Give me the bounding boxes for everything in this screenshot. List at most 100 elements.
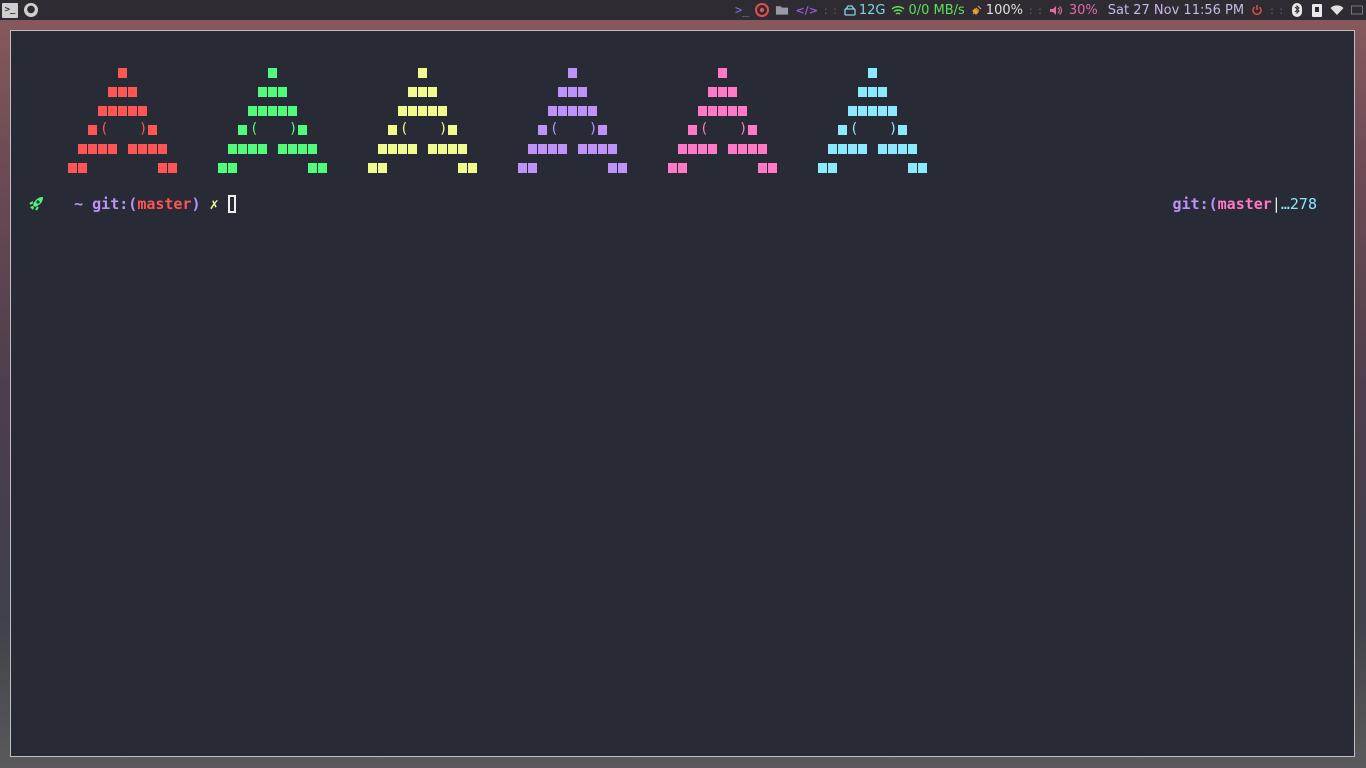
invader-block bbox=[868, 68, 877, 78]
invader-block bbox=[518, 163, 527, 173]
invader-block bbox=[858, 106, 867, 116]
invader-block bbox=[158, 144, 167, 154]
invader-block bbox=[878, 87, 887, 97]
invader-block bbox=[398, 106, 407, 116]
invader-block bbox=[428, 87, 437, 97]
invader-block bbox=[568, 68, 577, 78]
prompt-cwd: ~ bbox=[74, 195, 84, 213]
invader-block bbox=[458, 163, 467, 173]
power-icon[interactable] bbox=[1250, 3, 1264, 17]
code-editor-icon[interactable]: </> bbox=[795, 4, 817, 17]
invader-eye-right: ) bbox=[889, 121, 898, 137]
invader-block bbox=[418, 106, 427, 116]
invader-block bbox=[468, 163, 477, 173]
space-invader: () bbox=[668, 68, 791, 178]
network-widget: 0/0 MB/s bbox=[891, 3, 965, 18]
panel-right: >_ </> : : 12G 0/0 MB/s 100% : : 30% Sat… bbox=[735, 0, 1366, 20]
invader-block bbox=[128, 144, 137, 154]
chrome-icon[interactable] bbox=[755, 3, 770, 17]
invader-block bbox=[728, 106, 737, 116]
top-panel: >_ ● >_ </> : : 12G 0/0 MB/s 100% : : 30… bbox=[0, 0, 1366, 20]
invader-block bbox=[148, 125, 157, 135]
invader-block bbox=[768, 163, 777, 173]
invader-block bbox=[258, 106, 267, 116]
invader-block bbox=[758, 144, 767, 154]
terminal-icon[interactable]: >_ bbox=[2, 2, 18, 18]
invader-eye-right: ) bbox=[139, 121, 148, 137]
clock[interactable]: Sat 27 Nov 11:56 PM bbox=[1108, 3, 1244, 18]
invader-block bbox=[258, 144, 267, 154]
invader-block bbox=[698, 106, 707, 116]
invader-block bbox=[578, 87, 587, 97]
invader-block bbox=[858, 144, 867, 154]
invader-eye-left: ( bbox=[700, 121, 709, 137]
git-label: git:( bbox=[92, 195, 138, 213]
invader-block bbox=[138, 106, 147, 116]
invader-block bbox=[418, 68, 427, 78]
invader-block bbox=[838, 125, 847, 135]
invader-block bbox=[888, 144, 897, 154]
space-invader: () bbox=[518, 68, 641, 178]
invader-block bbox=[698, 144, 707, 154]
invader-block bbox=[108, 144, 117, 154]
terminal-window[interactable]: ()()()()()() ~ git:( master ) ✗ git:( ma… bbox=[10, 30, 1355, 757]
invader-block bbox=[608, 163, 617, 173]
volume-widget[interactable]: 30% bbox=[1049, 3, 1098, 18]
invader-block bbox=[148, 144, 157, 154]
text-cursor[interactable] bbox=[227, 195, 236, 213]
invader-eye-left: ( bbox=[100, 121, 109, 137]
wifi-icon[interactable] bbox=[1330, 3, 1344, 17]
invader-block bbox=[268, 87, 277, 97]
invader-block bbox=[278, 106, 287, 116]
invader-block bbox=[228, 163, 237, 173]
invader-block bbox=[118, 106, 127, 116]
rprompt-count: …278 bbox=[1280, 195, 1317, 213]
invader-block bbox=[528, 163, 537, 173]
invader-block bbox=[128, 106, 137, 116]
invader-block bbox=[848, 106, 857, 116]
firefox-icon[interactable]: ● bbox=[24, 3, 38, 17]
invader-block bbox=[878, 106, 887, 116]
invader-block bbox=[428, 106, 437, 116]
invader-block bbox=[588, 144, 597, 154]
separator: : : bbox=[1028, 3, 1043, 17]
invader-block bbox=[288, 144, 297, 154]
invader-block bbox=[718, 68, 727, 78]
invader-block bbox=[248, 106, 257, 116]
invader-block bbox=[718, 87, 727, 97]
separator: : : bbox=[823, 3, 838, 17]
rocket-icon bbox=[27, 195, 47, 213]
invader-block bbox=[748, 125, 757, 135]
invader-block bbox=[868, 106, 877, 116]
keepassxc-icon[interactable] bbox=[1310, 3, 1324, 17]
battery-value: 100% bbox=[985, 2, 1023, 18]
invader-block bbox=[298, 125, 307, 135]
invader-block bbox=[618, 163, 627, 173]
invader-block bbox=[918, 163, 927, 173]
space-invader: () bbox=[818, 68, 941, 178]
folder-icon[interactable] bbox=[775, 3, 789, 17]
invader-block bbox=[128, 87, 137, 97]
invader-block bbox=[558, 106, 567, 116]
invader-block bbox=[578, 106, 587, 116]
rprompt-pipe: | bbox=[1271, 195, 1281, 213]
invader-block bbox=[298, 144, 307, 154]
invader-block bbox=[588, 106, 597, 116]
invader-block bbox=[908, 163, 917, 173]
invader-block bbox=[578, 144, 587, 154]
invader-block bbox=[738, 144, 747, 154]
invader-block bbox=[708, 144, 717, 154]
invader-block bbox=[378, 144, 387, 154]
invader-block bbox=[258, 87, 267, 97]
invader-block bbox=[248, 144, 257, 154]
display-icon[interactable] bbox=[1350, 3, 1364, 17]
terminal-launcher-icon[interactable]: >_ bbox=[735, 3, 749, 17]
panel-left: >_ ● bbox=[0, 2, 38, 18]
git-close: ) bbox=[191, 195, 201, 213]
bluetooth-icon[interactable] bbox=[1290, 3, 1304, 17]
invader-block bbox=[738, 106, 747, 116]
invader-eye-left: ( bbox=[550, 121, 559, 137]
invader-block bbox=[608, 144, 617, 154]
invader-block bbox=[598, 144, 607, 154]
invader-block bbox=[828, 144, 837, 154]
